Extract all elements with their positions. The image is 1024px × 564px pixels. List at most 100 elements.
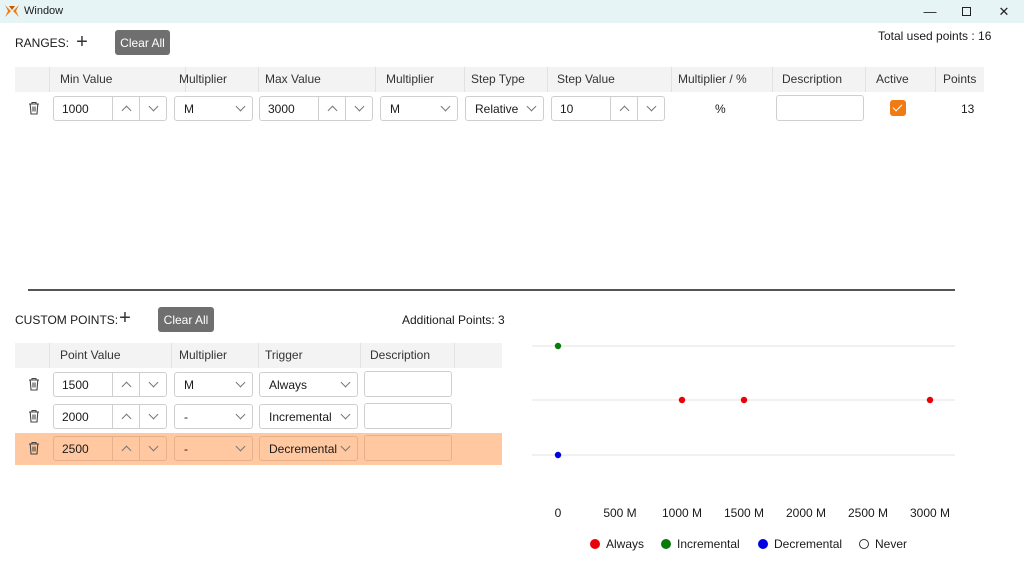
point-value-increment-button[interactable] (112, 372, 139, 397)
x-tick-label: 1000 M (662, 506, 702, 520)
ranges-col-min-multiplier: Multiplier (173, 67, 259, 92)
active-checkbox[interactable] (890, 100, 906, 116)
x-tick-label: 1500 M (724, 506, 764, 520)
chevron-down-icon (148, 409, 158, 420)
max-value-stepper[interactable]: 3000 (259, 96, 373, 121)
ranges-col-active: Active (870, 67, 936, 92)
custom-points-clear-all-button[interactable]: Clear All (158, 307, 214, 332)
add-custom-point-button[interactable]: + (116, 308, 134, 328)
trigger-select[interactable]: Decremental (259, 436, 358, 461)
data-point-always[interactable] (740, 396, 748, 404)
custom-points-table-header: Point Value Multiplier Trigger Descripti… (15, 343, 502, 368)
chevron-down-icon (340, 377, 351, 388)
trigger-select[interactable]: Always (259, 372, 358, 397)
legend-marker-icon (590, 539, 600, 549)
chevron-down-icon (148, 377, 158, 388)
close-icon: ✕ (998, 3, 1010, 19)
chevron-down-icon (148, 101, 158, 112)
custom-points-label: CUSTOM POINTS: (15, 313, 119, 327)
min-value-increment-button[interactable] (112, 96, 139, 121)
chevron-up-icon (619, 105, 629, 116)
custom-col-trigger: Trigger (259, 343, 361, 368)
chevron-down-icon (235, 101, 246, 112)
point-value-decrement-button[interactable] (139, 372, 166, 397)
chevron-down-icon (646, 101, 656, 112)
splitter[interactable] (28, 289, 955, 291)
ranges-col-description: Description (776, 67, 866, 92)
min-value-stepper[interactable]: 1000 (53, 96, 167, 121)
chevron-down-icon (340, 441, 351, 452)
range-description-input[interactable] (776, 95, 864, 121)
total-used-points: Total used points : 16 (878, 29, 992, 43)
point-multiplier-select[interactable]: M (174, 372, 253, 397)
point-value-stepper[interactable]: 2500 (53, 436, 167, 461)
delete-point-icon[interactable] (27, 441, 41, 455)
point-value: 2000 (62, 410, 89, 424)
x-tick-label: 3000 M (910, 506, 950, 520)
maximize-button[interactable] (946, 0, 986, 23)
custom-col-point-value: Point Value (53, 343, 172, 368)
add-range-button[interactable]: + (73, 31, 91, 53)
x-tick-label: 2500 M (848, 506, 888, 520)
data-point-always[interactable] (678, 396, 686, 404)
point-value-decrement-button[interactable] (139, 436, 166, 461)
max-value-increment-button[interactable] (318, 96, 345, 121)
x-tick-label: 0 (555, 506, 562, 520)
point-description-input[interactable] (364, 371, 452, 397)
point-value-stepper[interactable]: 1500 (53, 372, 167, 397)
legend-label: Always (606, 537, 645, 551)
step-type-select[interactable]: Relative (465, 96, 544, 121)
chevron-down-icon (526, 101, 537, 112)
ranges-col-step-value: Step Value (551, 67, 672, 92)
chevron-up-icon (121, 413, 131, 424)
plus-icon: + (76, 31, 88, 53)
point-multiplier-select[interactable]: - (174, 436, 253, 461)
data-point-always[interactable] (926, 396, 934, 404)
chevron-down-icon (235, 377, 246, 388)
chevron-down-icon (340, 409, 351, 420)
point-value-increment-button[interactable] (112, 404, 139, 429)
max-multiplier-select[interactable]: M (380, 96, 458, 121)
trigger-value: Incremental (269, 410, 332, 424)
min-value: 1000 (62, 102, 89, 116)
point-value-stepper[interactable]: 2000 (53, 404, 167, 429)
point-description-input[interactable] (364, 403, 452, 429)
min-multiplier-select[interactable]: M (174, 96, 253, 121)
x-tick-label: 2000 M (786, 506, 826, 520)
point-multiplier-select[interactable]: - (174, 404, 253, 429)
legend-label: Never (875, 537, 908, 551)
delete-point-icon[interactable] (27, 377, 41, 391)
point-value: 1500 (62, 378, 89, 392)
trigger-value: Always (269, 378, 308, 392)
ranges-col-min-value: Min Value (53, 67, 186, 92)
point-description-input[interactable] (364, 435, 452, 461)
step-value: 10 (560, 102, 574, 116)
legend-marker-icon (859, 539, 869, 549)
min-multiplier-value: M (184, 102, 194, 116)
data-point-decremental[interactable] (554, 451, 562, 459)
ranges-col-max-value: Max Value (259, 67, 376, 92)
step-value-increment-button[interactable] (610, 96, 637, 121)
trigger-select[interactable]: Incremental (259, 404, 358, 429)
max-value: 3000 (268, 102, 295, 116)
chevron-down-icon (354, 101, 364, 112)
max-value-decrement-button[interactable] (345, 96, 372, 121)
step-value-stepper[interactable]: 10 (551, 96, 665, 121)
window-title: Window (24, 5, 64, 17)
max-multiplier-value: M (390, 102, 400, 116)
close-button[interactable]: ✕ (984, 0, 1024, 23)
min-value-decrement-button[interactable] (139, 96, 166, 121)
point-value-decrement-button[interactable] (139, 404, 166, 429)
delete-range-icon[interactable] (27, 101, 41, 115)
delete-point-icon[interactable] (27, 409, 41, 423)
data-point-incremental[interactable] (554, 342, 562, 350)
ranges-clear-all-button[interactable]: Clear All (115, 30, 170, 55)
x-tick-label: 500 M (603, 506, 636, 520)
minimize-button[interactable]: — (910, 0, 950, 23)
step-value-decrement-button[interactable] (637, 96, 664, 121)
chevron-up-icon (121, 445, 131, 456)
legend-item-decremental: Decremental (758, 537, 842, 551)
chevron-up-icon (121, 105, 131, 116)
minimize-icon: — (923, 4, 937, 19)
point-value-increment-button[interactable] (112, 436, 139, 461)
